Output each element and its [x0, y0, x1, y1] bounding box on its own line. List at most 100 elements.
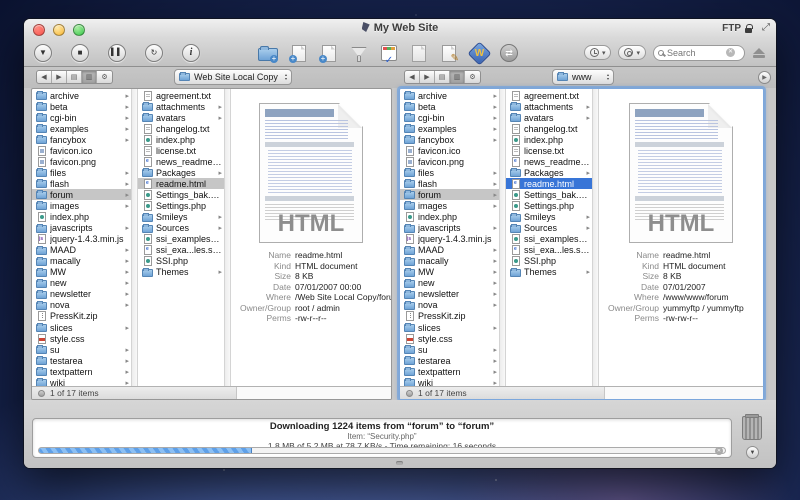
file-row[interactable]: fancybox▸: [32, 134, 131, 145]
file-row[interactable]: ssi_exa...les.shtml: [506, 245, 592, 256]
file-row[interactable]: slices▸: [400, 322, 499, 333]
file-row[interactable]: agreement.txt: [138, 90, 224, 101]
new-folder-button[interactable]: [258, 43, 280, 63]
file-row[interactable]: Packages▸: [138, 167, 224, 178]
edit-file-button[interactable]: [438, 43, 460, 63]
file-row[interactable]: news_readme.html: [138, 156, 224, 167]
file-row[interactable]: MAAD▸: [32, 245, 131, 256]
file-row[interactable]: testarea▸: [32, 355, 131, 366]
file-row[interactable]: Settings.php: [506, 200, 592, 211]
file-row[interactable]: index.php: [138, 134, 224, 145]
file-row[interactable]: favicon.png: [400, 156, 499, 167]
file-row[interactable]: files▸: [400, 167, 499, 178]
scrollbar[interactable]: [592, 89, 599, 386]
file-row[interactable]: jquery-1.4.3.min.js: [32, 234, 131, 245]
pane-gear-button[interactable]: ⚙: [97, 71, 112, 83]
file-row[interactable]: cgi-bin▸: [32, 112, 131, 123]
file-row[interactable]: nova▸: [32, 300, 131, 311]
file-row[interactable]: javascripts▸: [400, 223, 499, 234]
file-row[interactable]: PressKit.zip: [32, 311, 131, 322]
file-row[interactable]: favicon.ico: [400, 145, 499, 156]
file-row[interactable]: files▸: [32, 167, 131, 178]
file-row[interactable]: beta▸: [32, 101, 131, 112]
file-row[interactable]: style.css: [32, 333, 131, 344]
file-row[interactable]: wiki▸: [32, 377, 131, 386]
file-row[interactable]: examples▸: [32, 123, 131, 134]
file-row[interactable]: testarea▸: [400, 355, 499, 366]
file-row[interactable]: images▸: [400, 200, 499, 211]
download-button[interactable]: ▼: [34, 44, 52, 62]
file-row[interactable]: flash▸: [400, 178, 499, 189]
file-row[interactable]: Sources▸: [138, 223, 224, 234]
file-row[interactable]: style.css: [400, 333, 499, 344]
pause-button[interactable]: ▌▌: [108, 44, 126, 62]
file-row[interactable]: fancybox▸: [400, 134, 499, 145]
file-row[interactable]: wiki▸: [400, 377, 499, 386]
cancel-transfer-icon[interactable]: ✕: [715, 447, 723, 455]
file-row[interactable]: Themes▸: [138, 267, 224, 278]
file-row[interactable]: MW▸: [32, 267, 131, 278]
resize-grip[interactable]: [396, 461, 403, 465]
file-row[interactable]: examples▸: [400, 123, 499, 134]
scrollbar[interactable]: [499, 89, 506, 386]
file-row[interactable]: license.txt: [506, 145, 592, 156]
forward-button[interactable]: ▶: [52, 71, 67, 83]
fullscreen-icon[interactable]: ⤢: [762, 22, 770, 33]
file-row[interactable]: forum▸: [400, 189, 499, 200]
file-row[interactable]: Smileys▸: [138, 212, 224, 223]
back-button[interactable]: ◀: [405, 71, 420, 83]
file-row[interactable]: Packages▸: [506, 167, 592, 178]
file-row[interactable]: MW▸: [400, 267, 499, 278]
file-row[interactable]: MAAD▸: [400, 245, 499, 256]
file-row[interactable]: Settings_bak.php: [506, 189, 592, 200]
history-dropdown-button[interactable]: ▾: [584, 45, 612, 60]
list-view-button[interactable]: ▤: [67, 71, 82, 83]
horizontal-scrollbar[interactable]: [605, 387, 763, 399]
file-row[interactable]: new▸: [32, 278, 131, 289]
file-row[interactable]: news_readme.html: [506, 156, 592, 167]
trash-icon[interactable]: [742, 416, 762, 440]
file-row[interactable]: su▸: [32, 344, 131, 355]
file-row[interactable]: index.php: [32, 212, 131, 223]
file-row[interactable]: readme.html: [138, 178, 224, 189]
file-row[interactable]: Settings_bak.php: [138, 189, 224, 200]
file-row[interactable]: archive▸: [32, 90, 131, 101]
pane-gear-button[interactable]: ⚙: [465, 71, 480, 83]
file-row[interactable]: textpattern▸: [32, 366, 131, 377]
scrollbar[interactable]: [224, 89, 231, 386]
file-row[interactable]: Smileys▸: [506, 212, 592, 223]
title-bar[interactable]: My Web Site FTP ⤢ ▼ ■ ▌▌ ↻ i ✓ W: [24, 19, 776, 67]
file-row[interactable]: jquery-1.4.3.min.js: [400, 234, 499, 245]
scrollbar[interactable]: [131, 89, 138, 386]
file-row[interactable]: ssi_examples.php: [506, 234, 592, 245]
file-row[interactable]: favicon.ico: [32, 145, 131, 156]
file-row[interactable]: Settings.php: [138, 200, 224, 211]
file-row[interactable]: avatars▸: [138, 112, 224, 123]
file-row[interactable]: SSI.php: [138, 256, 224, 267]
forward-button[interactable]: ▶: [420, 71, 435, 83]
file-row[interactable]: images▸: [32, 200, 131, 211]
file-row[interactable]: readme.html: [506, 178, 592, 189]
file-row[interactable]: attachments▸: [138, 101, 224, 112]
file-row[interactable]: macally▸: [32, 256, 131, 267]
file-row[interactable]: attachments▸: [506, 101, 592, 112]
file-row[interactable]: PressKit.zip: [400, 311, 499, 322]
file-row[interactable]: index.php: [400, 212, 499, 223]
clear-search-icon[interactable]: ✕: [726, 48, 735, 57]
file-row[interactable]: license.txt: [138, 145, 224, 156]
discard-file-button[interactable]: [408, 43, 430, 63]
file-row[interactable]: flash▸: [32, 178, 131, 189]
file-row[interactable]: changelog.txt: [138, 123, 224, 134]
file-row[interactable]: agreement.txt: [506, 90, 592, 101]
actions-dropdown-button[interactable]: ▾: [618, 45, 646, 60]
file-row[interactable]: changelog.txt: [506, 123, 592, 134]
right-path-select[interactable]: www ▴▾: [552, 69, 614, 85]
left-path-select[interactable]: Web Site Local Copy ▴▾: [174, 69, 292, 85]
connect-play-button[interactable]: ▶: [758, 71, 771, 84]
file-row[interactable]: avatars▸: [506, 112, 592, 123]
search-field[interactable]: ✕: [653, 45, 745, 61]
file-row[interactable]: slices▸: [32, 322, 131, 333]
file-row[interactable]: cgi-bin▸: [400, 112, 499, 123]
column-view-button[interactable]: ▥: [82, 71, 97, 83]
refresh-button[interactable]: ↻: [145, 44, 163, 62]
